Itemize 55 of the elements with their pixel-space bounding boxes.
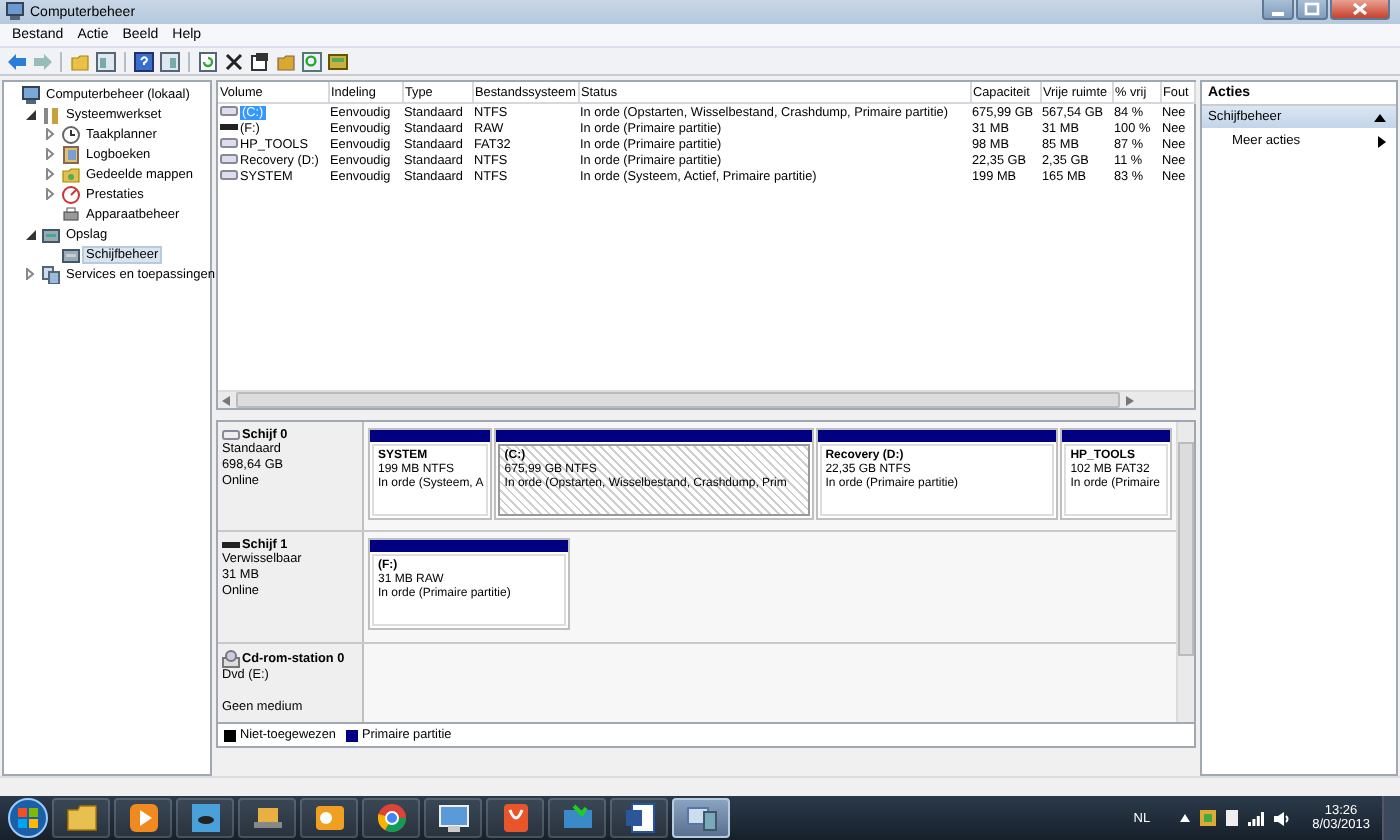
toolbar-button[interactable] [132, 49, 156, 73]
panel-icon [96, 51, 116, 71]
gauge-icon [62, 185, 80, 203]
signal-icon[interactable] [1248, 811, 1265, 825]
mail-icon [313, 802, 345, 834]
toolbar-button[interactable] [248, 49, 272, 73]
taskbar-button[interactable] [672, 798, 730, 838]
computer-icon [6, 1, 24, 19]
speaker-icon[interactable] [1274, 811, 1291, 825]
folder-icon [65, 802, 97, 834]
maximize-icon [1304, 2, 1320, 16]
document-icon [623, 802, 655, 834]
delete-icon [224, 51, 244, 71]
collapsed-icon[interactable] [46, 188, 54, 200]
monitor-icon [437, 802, 469, 834]
back-icon [6, 51, 26, 71]
close-icon [1352, 2, 1368, 16]
browser-icon [375, 802, 407, 834]
start-button[interactable] [8, 798, 48, 838]
horizontal-scrollbar[interactable] [218, 390, 1194, 408]
collapse-icon [1374, 113, 1386, 121]
play-icon [127, 802, 159, 834]
cd-drive-icon [222, 649, 240, 668]
monitor-icon [561, 802, 593, 834]
printer-icon [62, 205, 80, 223]
laptop-icon [251, 802, 283, 834]
close-button[interactable] [1330, 0, 1390, 20]
scroll-left-icon[interactable] [222, 395, 230, 405]
collapsed-icon[interactable] [26, 268, 34, 280]
computer-icon [685, 802, 717, 834]
collapsed-icon[interactable] [46, 168, 54, 180]
drive-icon [222, 540, 240, 551]
scroll-right-icon[interactable] [1126, 395, 1134, 405]
folder-icon [62, 165, 80, 183]
computer-icon [22, 85, 40, 103]
toolbar-button[interactable] [222, 49, 246, 73]
expanded-icon[interactable] [26, 109, 36, 119]
collapsed-icon[interactable] [46, 148, 54, 160]
expanded-icon[interactable] [26, 229, 36, 239]
properties-icon [250, 51, 270, 71]
forward-icon [32, 51, 52, 71]
panel-icon [160, 51, 180, 71]
refresh-icon [198, 51, 218, 71]
toolbar-button[interactable] [326, 49, 350, 73]
show-hidden-icon[interactable] [1180, 814, 1191, 822]
vertical-scrollbar[interactable] [1176, 422, 1194, 722]
book-icon [62, 145, 80, 163]
submenu-arrow-icon [1378, 135, 1386, 147]
collapsed-icon[interactable] [46, 128, 54, 140]
tray-app-icon[interactable] [1200, 810, 1217, 826]
document-icon [499, 802, 531, 834]
minimize-button[interactable] [1262, 0, 1294, 20]
help-icon [134, 51, 154, 71]
maximize-button[interactable] [1296, 0, 1328, 20]
clock-icon [62, 125, 80, 143]
